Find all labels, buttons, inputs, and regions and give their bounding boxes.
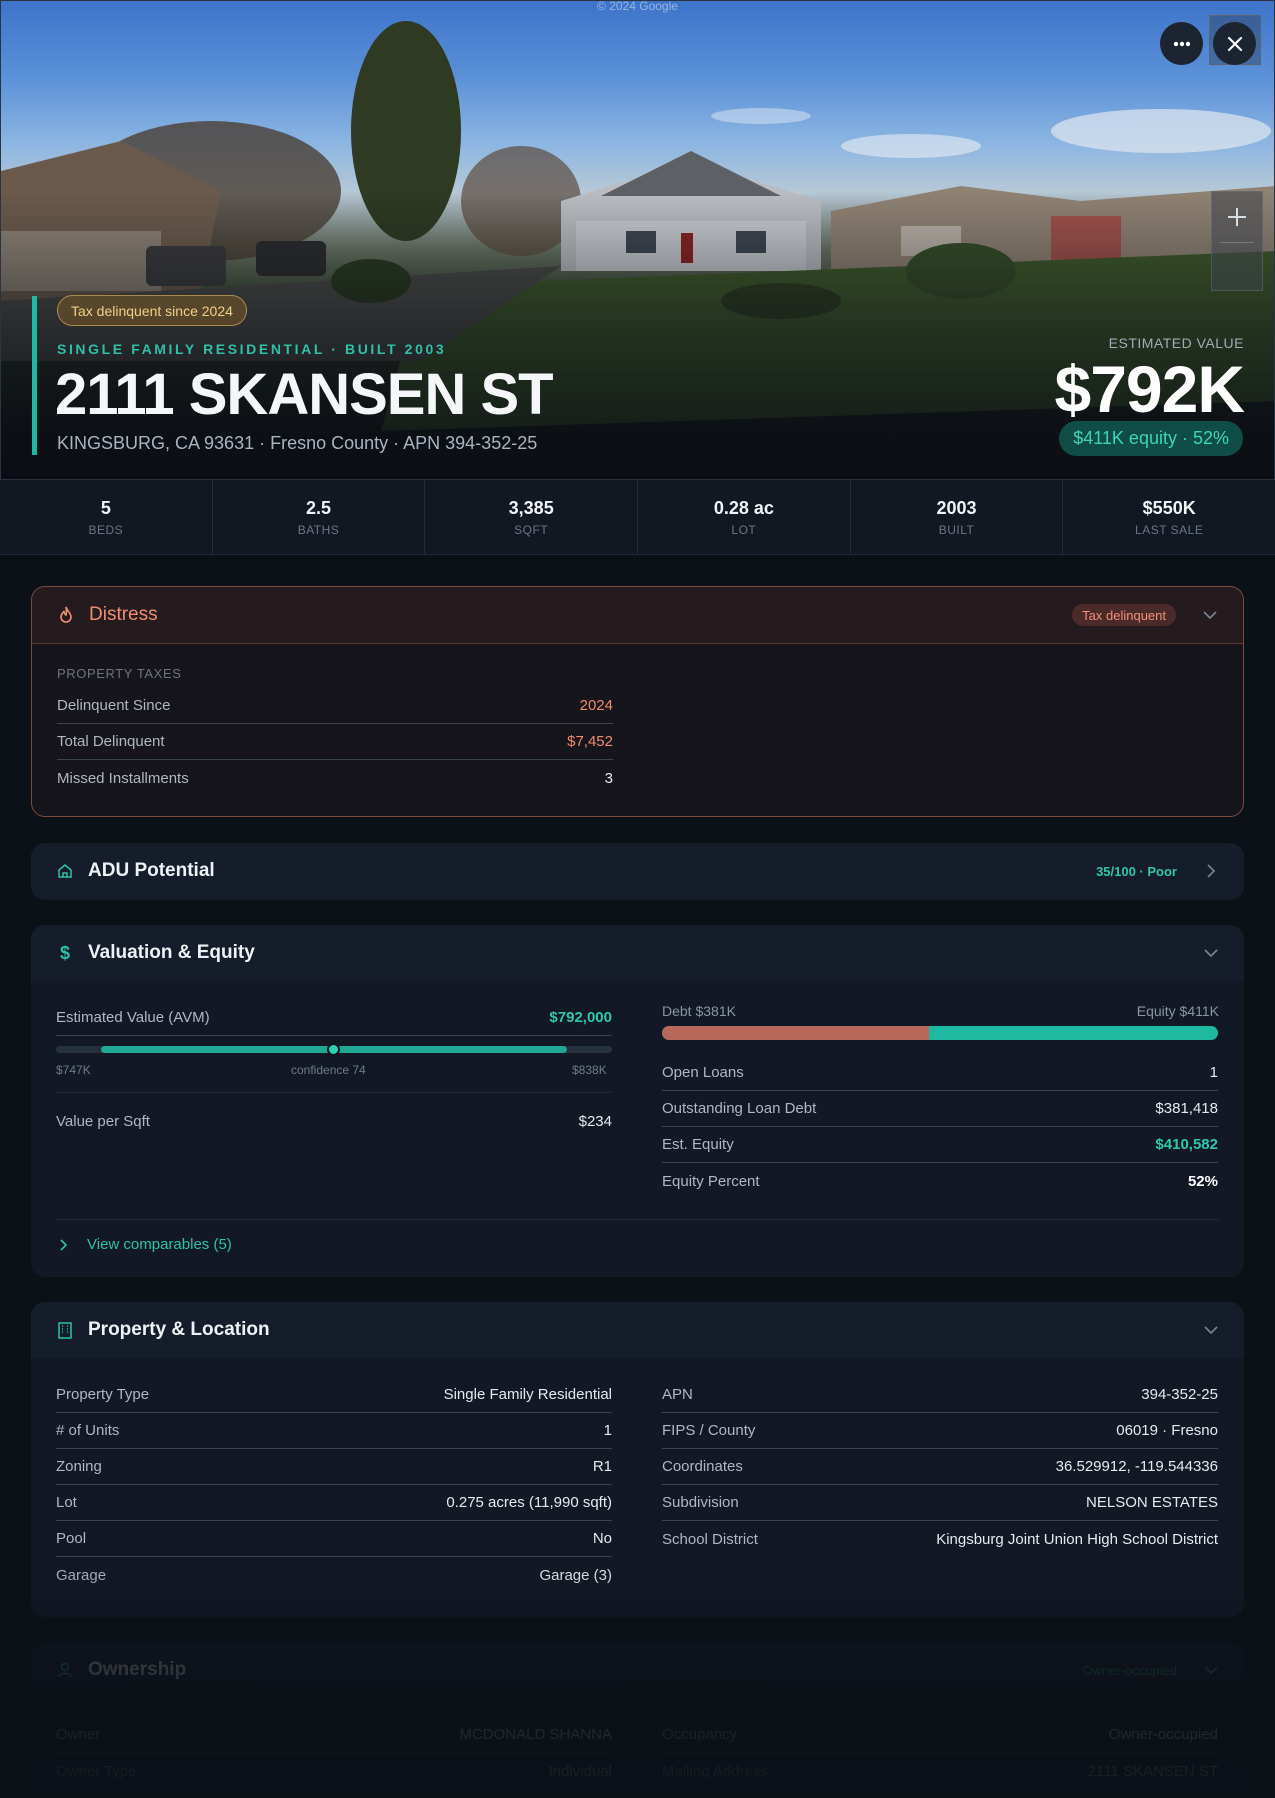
valuation-equity-section: $ Valuation & Equity Estimated Value (AV… bbox=[31, 925, 1244, 1277]
range-low: $747K bbox=[56, 1063, 91, 1077]
distress-section: Distress Tax delinquent PROPERTY TAXES D… bbox=[31, 586, 1244, 817]
detail-row: Subdivision NELSON ESTATES bbox=[662, 1485, 1218, 1521]
chevron-right-icon[interactable] bbox=[1203, 863, 1219, 879]
more-icon bbox=[1173, 41, 1190, 46]
chevron-down-icon[interactable] bbox=[1203, 1662, 1219, 1678]
equity-label: Equity $411K bbox=[1136, 1003, 1219, 1019]
estimated-value-label: ESTIMATED VALUE bbox=[1108, 335, 1244, 351]
image-copyright: © 2024 Google bbox=[597, 0, 678, 13]
occupancy-badge: Owner-occupied bbox=[1082, 1662, 1177, 1678]
detail-row: FIPS / County 06019 · Fresno bbox=[662, 1413, 1218, 1449]
close-icon bbox=[1227, 36, 1242, 51]
stat-lot: 0.28 ac LOT bbox=[638, 480, 851, 554]
title-accent-bar bbox=[32, 296, 37, 455]
stat-built: 2003 BUILT bbox=[851, 480, 1064, 554]
adu-title: ADU Potential bbox=[88, 860, 215, 881]
detail-row: Owner Type Individual bbox=[56, 1762, 612, 1780]
avm-row: Estimated Value (AVM) $792,000 bbox=[56, 1000, 612, 1036]
detail-row: Mailing Address 2111 SKANSEN ST bbox=[662, 1762, 1218, 1780]
debt-equity-bar bbox=[662, 1026, 1218, 1040]
page-title: 2111 SKANSEN ST bbox=[55, 362, 554, 427]
adu-header[interactable]: ADU Potential 35/100 · Poor bbox=[31, 843, 1244, 899]
close-button[interactable] bbox=[1213, 22, 1256, 65]
property-detail-panel: © 2024 Google Tax delinquent since 2024 … bbox=[0, 0, 1275, 1798]
user-icon bbox=[56, 1661, 74, 1679]
property-header[interactable]: Property & Location bbox=[31, 1302, 1244, 1358]
detail-row: Total Delinquent $7,452 bbox=[57, 724, 613, 760]
stat-sqft: 3,385 SQFT bbox=[425, 480, 639, 554]
status-badge: Tax delinquent since 2024 bbox=[57, 295, 247, 326]
building-icon bbox=[56, 1321, 74, 1339]
debt-segment bbox=[662, 1026, 929, 1040]
detail-row: Missed Installments 3 bbox=[57, 769, 613, 787]
property-title: Property & Location bbox=[88, 1319, 270, 1340]
detail-row: Delinquent Since 2024 bbox=[57, 688, 613, 724]
detail-row: School District Kingsburg Joint Union Hig… bbox=[662, 1530, 1218, 1548]
stat-last-sale: $550K LAST SALE bbox=[1135, 498, 1204, 537]
detail-row: Est. Equity $410,582 bbox=[662, 1127, 1218, 1163]
chevron-right-icon bbox=[60, 1238, 68, 1251]
adu-score-badge: 35/100 · Poor bbox=[1096, 863, 1177, 879]
range-high: $838K bbox=[572, 1063, 607, 1077]
detail-row: Garage Garage (3) bbox=[56, 1566, 612, 1584]
detail-row: APN 394-352-25 bbox=[662, 1377, 1218, 1413]
chevron-down-icon[interactable] bbox=[1202, 607, 1218, 623]
detail-row: Pool No bbox=[56, 1521, 612, 1557]
location-line: KINGSBURG, CA 93631 · Fresno County · AP… bbox=[57, 433, 538, 453]
detail-row: Coordinates 36.529912, -119.544336 bbox=[662, 1449, 1218, 1485]
detail-row: Outstanding Loan Debt $381,418 bbox=[662, 1091, 1218, 1127]
ownership-title: Ownership bbox=[88, 1659, 187, 1680]
equity-badge: $411K equity · 52% bbox=[1059, 421, 1243, 456]
detail-row: Occupancy Owner-occupied bbox=[662, 1717, 1218, 1753]
stat-baths: 2.5 BATHS bbox=[213, 480, 426, 554]
dollar-icon: $ bbox=[59, 942, 70, 963]
zoom-in-button[interactable] bbox=[1212, 192, 1262, 242]
ownership-header[interactable]: Ownership Owner-occupied bbox=[31, 1642, 1244, 1698]
property-stats-bar: 5 BEDS 2.5 BATHS 3,385 SQFT 0.28 ac LOT 2003… bbox=[0, 480, 1275, 555]
street-view-hero[interactable]: © 2024 Google Tax delinquent since 2024 … bbox=[0, 0, 1275, 480]
value-per-sqft-row: Value per Sqft $234 bbox=[56, 1112, 612, 1130]
view-comparables-link[interactable]: View comparables (5) bbox=[56, 1236, 232, 1253]
detail-row: Open Loans 1 bbox=[662, 1055, 1218, 1091]
valuation-title: Valuation & Equity bbox=[88, 942, 255, 963]
debt-label: Debt $381K bbox=[662, 1003, 736, 1019]
more-options-button[interactable] bbox=[1160, 22, 1203, 65]
home-icon bbox=[56, 862, 74, 880]
detail-row: Owner MCDONALD SHANNA bbox=[56, 1717, 612, 1753]
chevron-down-icon[interactable] bbox=[1203, 945, 1219, 961]
property-subtitle: SINGLE FAMILY RESIDENTIAL · BUILT 2003 bbox=[57, 341, 447, 357]
stat-beds: 5 BEDS bbox=[0, 480, 213, 554]
detail-row: Equity Percent 52% bbox=[662, 1172, 1218, 1190]
distress-title: Distress bbox=[89, 604, 158, 625]
property-location-section: Property & Location Property Type Single … bbox=[31, 1302, 1244, 1617]
valuation-header[interactable]: $ Valuation & Equity bbox=[31, 925, 1244, 981]
detail-row: Lot 0.275 acres (11,990 sqft) bbox=[56, 1485, 612, 1521]
detail-row: # of Units 1 bbox=[56, 1413, 612, 1449]
ownership-section: Ownership Owner-occupied Owner MCDONALD S… bbox=[31, 1642, 1244, 1798]
avm-range-track bbox=[56, 1043, 612, 1056]
flame-icon bbox=[57, 606, 75, 624]
detail-row: Property Type Single Family Residential bbox=[56, 1377, 612, 1413]
adu-potential-section[interactable]: ADU Potential 35/100 · Poor bbox=[31, 843, 1244, 900]
street-view-zoom-control[interactable] bbox=[1211, 191, 1263, 291]
distress-header[interactable]: Distress Tax delinquent bbox=[32, 587, 1243, 644]
confidence-label: confidence 74 bbox=[291, 1063, 366, 1077]
chevron-down-icon[interactable] bbox=[1203, 1322, 1219, 1338]
avm-marker bbox=[327, 1043, 340, 1056]
property-taxes-label: PROPERTY TAXES bbox=[57, 666, 182, 681]
distress-badge: Tax delinquent bbox=[1072, 604, 1176, 626]
detail-row: Zoning R1 bbox=[56, 1449, 612, 1485]
estimated-value: $792K bbox=[1054, 352, 1245, 426]
plus-icon bbox=[1228, 208, 1246, 226]
